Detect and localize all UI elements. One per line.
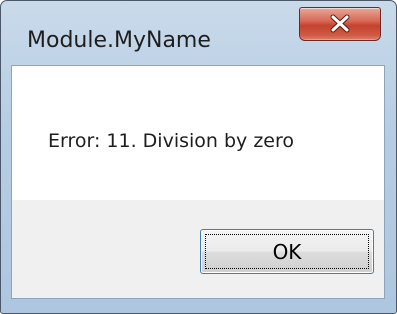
close-icon (330, 14, 350, 33)
dialog-body: Error: 11. Division by zero OK (11, 65, 385, 299)
message-area: Error: 11. Division by zero (12, 66, 384, 200)
ok-button[interactable]: OK (200, 229, 374, 274)
error-message: Error: 11. Division by zero (48, 130, 295, 152)
window-title: Module.MyName (27, 28, 211, 53)
close-button[interactable] (299, 7, 381, 41)
message-dialog: Module.MyName Error: 11. Division by zer… (0, 0, 397, 314)
title-bar[interactable]: Module.MyName (1, 1, 396, 65)
ok-button-label: OK (272, 239, 302, 264)
button-strip: OK (12, 200, 384, 298)
